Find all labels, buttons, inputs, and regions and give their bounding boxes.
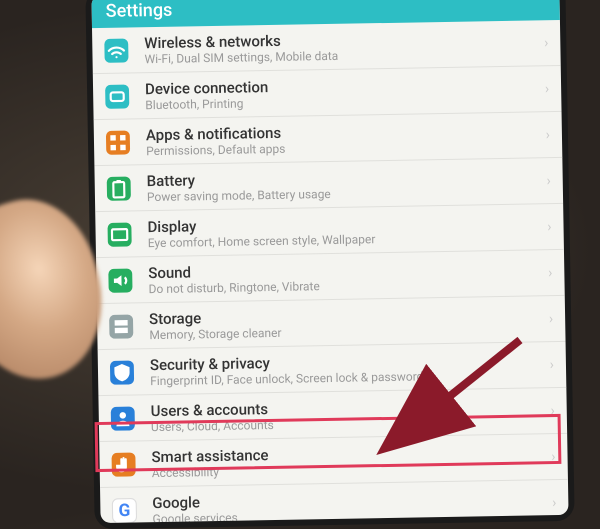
sound-icon bbox=[106, 266, 134, 294]
chevron-right-icon: › bbox=[548, 265, 554, 281]
battery-icon bbox=[105, 174, 133, 202]
row-text: Wireless & networksWi-Fi, Dual SIM setti… bbox=[144, 27, 544, 66]
settings-row-google[interactable]: G GoogleGoogle services› bbox=[100, 480, 569, 523]
page-title: Settings bbox=[106, 0, 173, 22]
row-text: DisplayEye comfort, Home screen style, W… bbox=[147, 211, 547, 250]
row-text: GoogleGoogle services bbox=[152, 487, 552, 523]
grid-icon bbox=[104, 128, 132, 156]
chevron-right-icon: › bbox=[547, 219, 553, 235]
shield-icon bbox=[108, 358, 136, 386]
chevron-right-icon: › bbox=[545, 81, 551, 97]
wifi-icon bbox=[102, 36, 130, 64]
chevron-right-icon: › bbox=[550, 403, 556, 419]
settings-row-users-accounts[interactable]: Users & accountsUsers, Cloud, Accounts› bbox=[98, 388, 567, 442]
settings-row-display[interactable]: DisplayEye comfort, Home screen style, W… bbox=[95, 204, 564, 258]
row-text: Users & accountsUsers, Cloud, Accounts bbox=[151, 395, 551, 434]
users-icon bbox=[109, 404, 137, 432]
settings-row-sound[interactable]: SoundDo not disturb, Ringtone, Vibrate› bbox=[96, 250, 565, 304]
chevron-right-icon: › bbox=[551, 449, 557, 465]
settings-list[interactable]: Wireless & networksWi-Fi, Dual SIM setti… bbox=[92, 20, 569, 523]
row-text: Security & privacyFingerprint ID, Face u… bbox=[150, 349, 550, 388]
row-text: StorageMemory, Storage cleaner bbox=[149, 303, 549, 342]
chevron-right-icon: › bbox=[544, 35, 550, 51]
row-text: Apps & notificationsPermissions, Default… bbox=[146, 119, 546, 158]
link-icon bbox=[103, 82, 131, 110]
svg-text:G: G bbox=[118, 500, 130, 520]
chevron-right-icon: › bbox=[546, 127, 552, 143]
phone-screen: Settings Wireless & networksWi-Fi, Dual … bbox=[91, 0, 568, 523]
phone-frame: Settings Wireless & networksWi-Fi, Dual … bbox=[85, 0, 574, 529]
settings-row-battery[interactable]: BatteryPower saving mode, Battery usage› bbox=[94, 158, 563, 212]
display-icon bbox=[105, 220, 133, 248]
chevron-right-icon: › bbox=[552, 495, 558, 511]
settings-row-smart-assistance[interactable]: Smart assistanceAccessibility› bbox=[99, 434, 568, 488]
hand-icon bbox=[109, 450, 137, 478]
row-text: Device connectionBluetooth, Printing bbox=[145, 73, 545, 112]
storage-icon bbox=[107, 312, 135, 340]
chevron-right-icon: › bbox=[546, 173, 552, 189]
row-text: Smart assistanceAccessibility bbox=[151, 441, 551, 480]
settings-row-apps-notifications[interactable]: Apps & notificationsPermissions, Default… bbox=[94, 112, 563, 166]
settings-row-wireless-networks[interactable]: Wireless & networksWi-Fi, Dual SIM setti… bbox=[92, 20, 561, 74]
chevron-right-icon: › bbox=[550, 357, 556, 373]
row-text: BatteryPower saving mode, Battery usage bbox=[147, 165, 547, 204]
settings-row-storage[interactable]: StorageMemory, Storage cleaner› bbox=[97, 296, 566, 350]
chevron-right-icon: › bbox=[549, 311, 555, 327]
settings-row-device-connection[interactable]: Device connectionBluetooth, Printing› bbox=[93, 66, 562, 120]
row-text: SoundDo not disturb, Ringtone, Vibrate bbox=[148, 257, 548, 296]
settings-row-security-privacy[interactable]: Security & privacyFingerprint ID, Face u… bbox=[98, 342, 567, 396]
